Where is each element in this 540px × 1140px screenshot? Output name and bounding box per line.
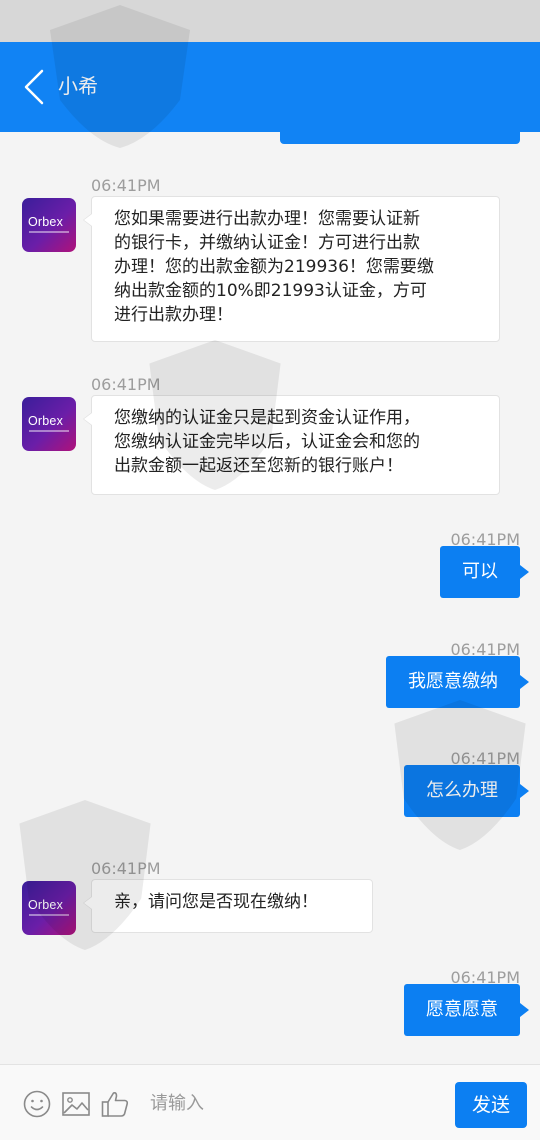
message-bubble[interactable]: 您如果需要进行出款办理！您需要认证新 的银行卡，并缴纳认证金！方可进行出款 办理… bbox=[83, 196, 500, 342]
message-line: 您缴纳的认证金只是起到资金认证作用， bbox=[114, 408, 420, 428]
avatar-logo-underline bbox=[29, 430, 69, 432]
emoji-icon[interactable] bbox=[22, 1089, 52, 1119]
agent-avatar[interactable]: Orbex bbox=[22, 881, 76, 935]
avatar-logo-underline bbox=[29, 231, 69, 233]
message-line: 纳出款金额的10%即21993认证金，方可 bbox=[114, 281, 427, 301]
message-timestamp: 06:41PM bbox=[91, 176, 161, 195]
message-list[interactable]: 06:41PM Orbex 您如果需要进行出款办理！您需要认证新 的银行卡，并缴… bbox=[0, 132, 540, 1064]
message-line: 办理！您的出款金额为219936！您需要缴 bbox=[114, 257, 434, 277]
chat-title: 小希 bbox=[58, 74, 98, 98]
message-bubble[interactable]: 愿意愿意 bbox=[404, 984, 529, 1036]
message-timestamp: 06:41PM bbox=[91, 859, 161, 878]
message-timestamp: 06:41PM bbox=[91, 375, 161, 394]
avatar-logo-underline bbox=[29, 914, 69, 916]
message-bubble[interactable]: 亲，请问您是否现在缴纳！ bbox=[83, 879, 373, 933]
message-bubble[interactable]: 您缴纳的认证金只是起到资金认证作用， 您缴纳认证金完毕以后，认证金会和您的 出款… bbox=[83, 395, 500, 495]
message-line: 进行出款办理！ bbox=[114, 305, 233, 325]
status-bar bbox=[0, 0, 540, 42]
message-bubble[interactable]: 我愿意缴纳 bbox=[386, 656, 529, 708]
message-input[interactable] bbox=[150, 1083, 440, 1123]
back-chevron-icon bbox=[24, 69, 44, 105]
avatar-logo-text: Orbex bbox=[28, 414, 64, 428]
send-button[interactable]: 发送 bbox=[455, 1082, 527, 1128]
image-icon[interactable] bbox=[61, 1089, 91, 1119]
avatar-logo-text: Orbex bbox=[28, 898, 64, 912]
agent-avatar[interactable]: Orbex bbox=[22, 397, 76, 451]
message-line: 您如果需要进行出款办理！您需要认证新 bbox=[114, 209, 420, 229]
avatar-logo-text: Orbex bbox=[28, 215, 64, 229]
thumbs-up-icon[interactable] bbox=[100, 1089, 130, 1119]
message-line: 您缴纳认证金完毕以后，认证金会和您的 bbox=[114, 432, 420, 452]
message-bubble[interactable]: 怎么办理 bbox=[404, 765, 529, 817]
chat-header: 小希 bbox=[0, 42, 540, 132]
message-bubble[interactable]: 可以 bbox=[440, 546, 529, 598]
message-input-bar: 发送 bbox=[0, 1064, 540, 1140]
message-line: 的银行卡，并缴纳认证金！方可进行出款 bbox=[114, 233, 420, 253]
message-line: 亲，请问您是否现在缴纳！ bbox=[114, 892, 318, 912]
agent-avatar[interactable]: Orbex bbox=[22, 198, 76, 252]
message-line: 出款金额一起返还至您新的银行账户！ bbox=[114, 456, 403, 476]
back-button[interactable] bbox=[14, 62, 54, 112]
